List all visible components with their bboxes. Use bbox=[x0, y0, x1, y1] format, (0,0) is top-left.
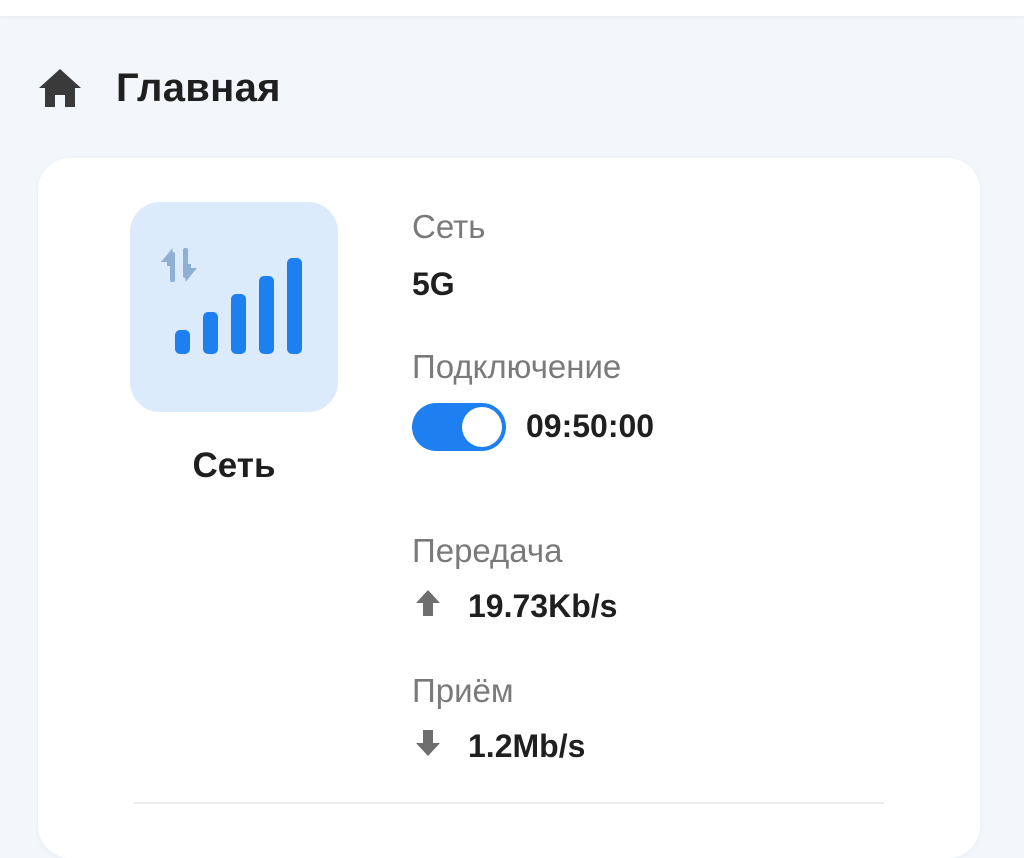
divider bbox=[134, 802, 884, 804]
connection-toggle[interactable] bbox=[412, 403, 506, 451]
top-bar bbox=[0, 0, 1024, 16]
network-status-card: Сеть Сеть 5G Подключение 09:50:00 Переда… bbox=[38, 158, 980, 858]
network-tile[interactable] bbox=[130, 202, 338, 412]
toggle-knob bbox=[462, 407, 502, 447]
upload-speed: 19.73Kb/s bbox=[468, 588, 618, 624]
data-transfer-icon bbox=[161, 248, 197, 282]
signal-bars-icon bbox=[161, 248, 302, 354]
upload-label: Передача bbox=[412, 532, 563, 569]
page-header: Главная bbox=[36, 58, 281, 118]
network-tile-label[interactable]: Сеть bbox=[130, 446, 338, 486]
arrow-down-icon bbox=[414, 728, 442, 758]
home-icon[interactable] bbox=[36, 64, 84, 112]
download-label: Приём bbox=[412, 672, 514, 709]
network-label: Сеть bbox=[412, 208, 486, 245]
connection-duration: 09:50:00 bbox=[526, 408, 655, 444]
network-type-value: 5G bbox=[412, 266, 455, 302]
arrow-up-icon bbox=[414, 588, 442, 618]
page-title: Главная bbox=[116, 65, 281, 110]
download-speed: 1.2Mb/s bbox=[468, 728, 586, 764]
connection-label: Подключение bbox=[412, 348, 622, 385]
